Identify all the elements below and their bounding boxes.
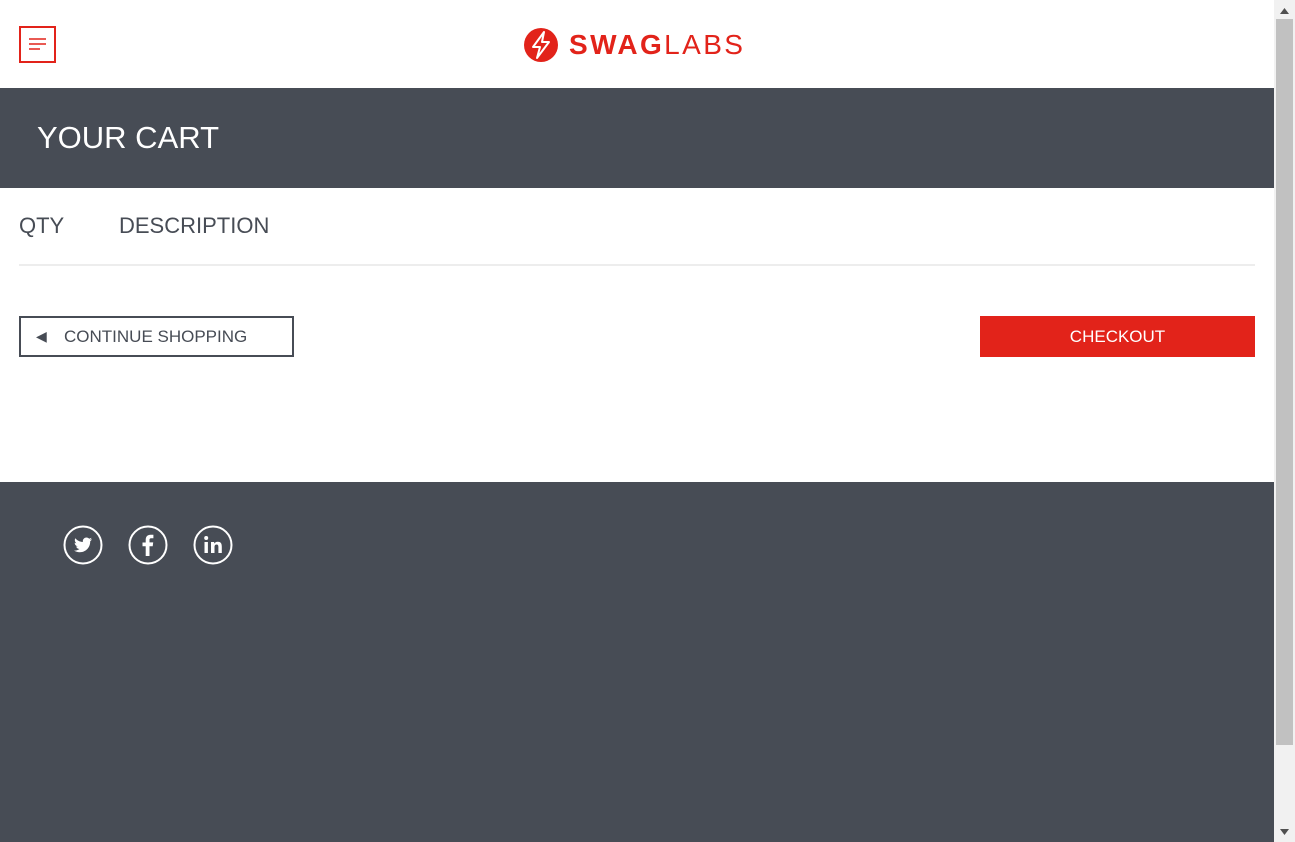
logo-text-bold: SWAG <box>569 29 665 60</box>
continue-shopping-button[interactable]: ◀ CONTINUE SHOPPING <box>19 316 294 357</box>
logo-text-light: LABS <box>664 29 746 60</box>
lightning-logo-icon <box>524 28 558 62</box>
scroll-up-arrow-icon[interactable] <box>1274 2 1295 19</box>
cart-list-header: QTY DESCRIPTION <box>19 188 1255 266</box>
continue-shopping-label: CONTINUE SHOPPING <box>64 326 248 346</box>
scrollbar-thumb[interactable] <box>1276 19 1293 745</box>
swag-labs-logo: SWAGLABS <box>523 26 745 64</box>
hamburger-icon <box>29 38 46 50</box>
vertical-scrollbar[interactable] <box>1274 0 1295 842</box>
footer <box>0 482 1274 842</box>
facebook-icon[interactable] <box>128 525 168 565</box>
twitter-icon[interactable] <box>63 525 103 565</box>
scroll-down-arrow-icon[interactable] <box>1274 823 1295 840</box>
title-band: YOUR CART <box>0 88 1274 188</box>
checkout-button[interactable]: CHECKOUT <box>980 316 1255 357</box>
page-title: YOUR CART <box>37 120 220 155</box>
column-header-qty: QTY <box>19 213 65 238</box>
browser-viewport: SWAGLABS YOUR CART QTY DESCRIPTION ◀ CON… <box>0 0 1295 842</box>
column-header-description: DESCRIPTION <box>119 213 270 238</box>
menu-button[interactable] <box>19 26 56 63</box>
back-arrow-icon: ◀ <box>36 328 47 344</box>
checkout-label: CHECKOUT <box>1069 326 1166 346</box>
header: SWAGLABS <box>0 0 1274 88</box>
logo-text: SWAGLABS <box>569 27 745 63</box>
page-content: SWAGLABS YOUR CART QTY DESCRIPTION ◀ CON… <box>0 0 1274 842</box>
linkedin-icon[interactable] <box>193 525 233 565</box>
